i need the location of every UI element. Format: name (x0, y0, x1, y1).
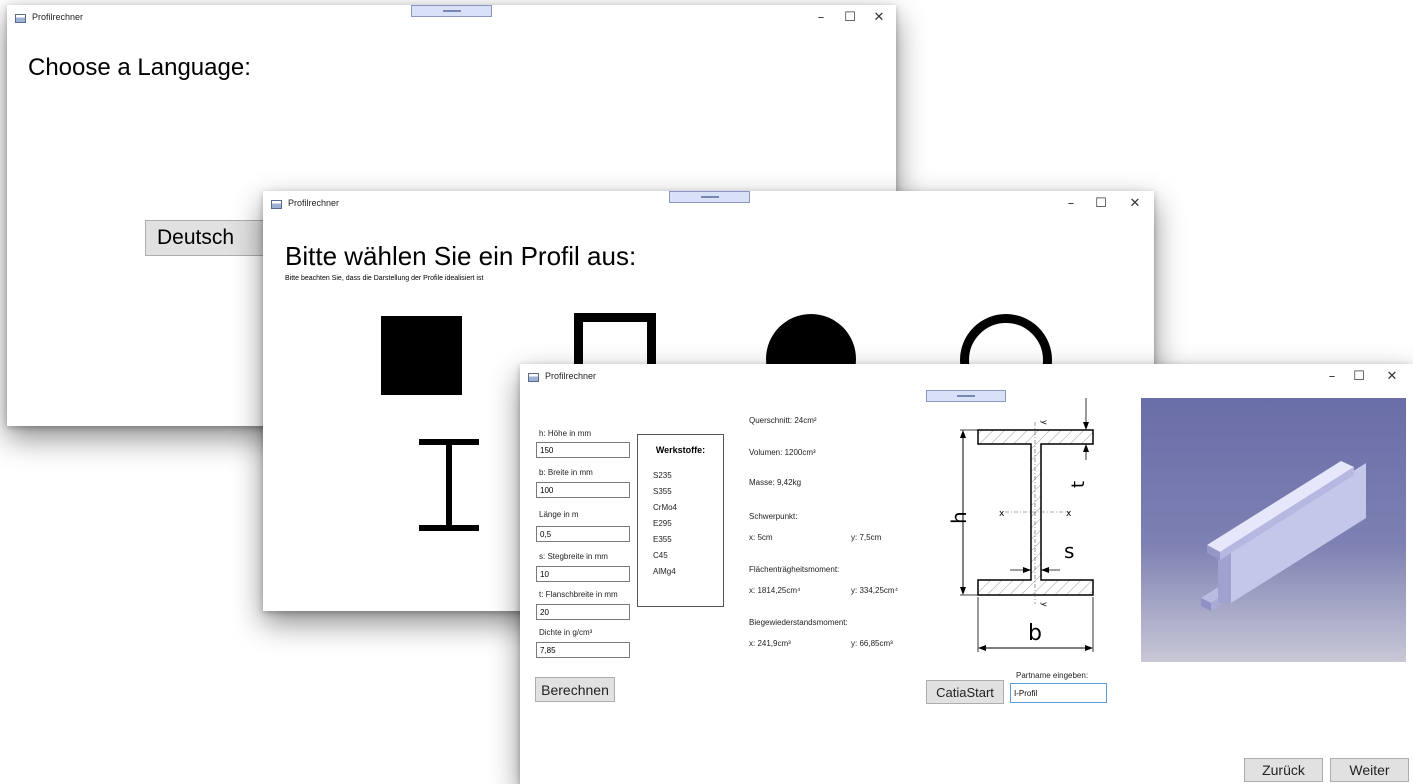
maximize-icon[interactable]: ☐ (1089, 195, 1113, 213)
app-icon (15, 14, 26, 23)
materials-list[interactable]: Werkstoffe: S235 S355 CrMo4 E295 E355 C4… (637, 434, 724, 607)
width-input[interactable] (536, 482, 630, 498)
close-icon[interactable]: ✕ (1123, 195, 1147, 213)
minimize-icon[interactable]: – (809, 9, 833, 27)
window-title: Profilrechner (288, 198, 340, 208)
close-icon[interactable]: ✕ (1380, 368, 1404, 386)
i-beam-icon[interactable] (419, 439, 479, 531)
y-axis-label-top: y (1040, 420, 1049, 425)
flange-dimension-label: t (1068, 481, 1089, 488)
list-item[interactable]: C45 (653, 551, 668, 560)
window-title: Profilrechner (32, 12, 84, 22)
ibeam-cross-section-diagram: x x y y h b s t (950, 398, 1094, 652)
web-width-input[interactable] (536, 566, 630, 582)
partname-input[interactable] (1010, 683, 1107, 703)
breadth-dimension-label: b (1028, 621, 1042, 646)
partname-label: Partname eingeben: (1016, 671, 1089, 680)
mass-result: Masse: 9,42kg (749, 478, 802, 487)
3d-render-view[interactable] (1141, 398, 1406, 662)
list-item[interactable]: CrMo4 (653, 503, 677, 512)
inertia-x-result: x: 1814,25cm⁴ (749, 586, 801, 595)
web-width-label: s: Stegbreite in mm (539, 552, 608, 561)
deutsch-button[interactable]: Deutsch (145, 220, 265, 256)
height-dimension-label: h (950, 511, 971, 524)
catia-start-button[interactable]: CatiaStart (926, 680, 1004, 704)
modulus-y-result: y: 66,85cm³ (851, 639, 893, 648)
calculate-button[interactable]: Berechnen (535, 677, 615, 702)
back-button[interactable]: Zurück (1244, 758, 1323, 782)
list-item[interactable]: S355 (653, 487, 672, 496)
materials-title: Werkstoffe: (655, 445, 706, 455)
app-icon (528, 373, 539, 382)
width-label: b: Breite in mm (539, 468, 593, 477)
drag-handle[interactable] (669, 191, 750, 203)
x-axis-label-right: x (1066, 509, 1072, 519)
density-label: Dichte in g/cm³ (539, 628, 593, 637)
next-button[interactable]: Weiter (1330, 758, 1409, 782)
window-title: Profilrechner (545, 371, 597, 381)
list-item[interactable]: S235 (653, 471, 672, 480)
length-label: Länge in m (539, 510, 579, 519)
centroid-label: Schwerpunkt: (749, 512, 798, 521)
density-input[interactable] (536, 642, 630, 658)
centroid-x-result: x: 5cm (749, 533, 773, 542)
calculator-window: Profilrechner – ☐ ✕ h: Höhe in mm b: Bre… (520, 364, 1413, 784)
height-input[interactable] (536, 442, 630, 458)
close-icon[interactable]: ✕ (867, 9, 891, 27)
square-profile-icon[interactable] (381, 316, 462, 395)
centroid-y-result: y: 7,5cm (851, 533, 882, 542)
modulus-label: Biegewiederstandsmoment: (749, 618, 848, 627)
drag-handle[interactable] (411, 5, 492, 17)
idealization-note: Bitte beachten Sie, dass die Darstellung… (285, 275, 484, 282)
page-title: Bitte wählen Sie ein Profil aus: (285, 241, 637, 271)
list-item[interactable]: E295 (653, 519, 672, 528)
profile-window-titlebar[interactable]: Profilrechner – ☐ ✕ (263, 191, 1154, 217)
length-input[interactable] (536, 526, 630, 542)
cross-section-result: Querschnitt: 24cm² (749, 416, 817, 425)
language-window-titlebar[interactable]: Profilrechner – ☐ ✕ (7, 5, 896, 31)
calculator-window-titlebar[interactable]: Profilrechner – ☐ ✕ (520, 364, 1413, 402)
flange-width-input[interactable] (536, 604, 630, 620)
flange-width-label: t: Flanschbreite in mm (539, 590, 618, 599)
inertia-y-result: y: 334,25cm⁴ (851, 586, 899, 595)
maximize-icon[interactable]: ☐ (1347, 368, 1371, 386)
list-item[interactable]: E355 (653, 535, 672, 544)
inertia-label: Flächenträgheitsmoment: (749, 565, 840, 574)
modulus-x-result: x: 241,9cm³ (749, 639, 791, 648)
list-item[interactable]: AlMg4 (653, 567, 676, 576)
minimize-icon[interactable]: – (1320, 368, 1344, 386)
volume-result: Volumen: 1200cm³ (749, 448, 816, 457)
maximize-icon[interactable]: ☐ (838, 9, 862, 27)
minimize-icon[interactable]: – (1059, 195, 1083, 213)
web-dimension-label: s (1064, 539, 1074, 563)
x-axis-label-left: x (999, 509, 1005, 519)
app-icon (271, 200, 282, 209)
height-label: h: Höhe in mm (539, 429, 592, 438)
y-axis-label-bottom: y (1040, 602, 1049, 607)
page-title: Choose a Language: (28, 54, 251, 81)
